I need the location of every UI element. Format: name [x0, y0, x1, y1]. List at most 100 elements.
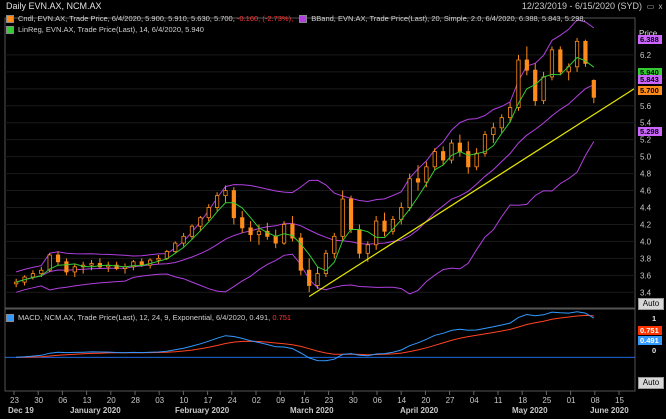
linreg-swatch: [6, 26, 14, 35]
chart-canvas[interactable]: 6.26.05.65.45.25.04.84.64.44.24.03.83.63…: [0, 13, 666, 419]
candle-body: [474, 152, 479, 168]
bband-swatch: [299, 15, 308, 24]
macd-legend-text: MACD, NCM.AX, Trade Price(Last), 12, 24,…: [18, 313, 271, 322]
price-tick-label: 5.2: [640, 136, 652, 145]
candle-body: [273, 235, 278, 244]
month-label-jun: June 2020: [590, 406, 629, 415]
candle-body: [39, 269, 44, 275]
x-tick-label: 09: [276, 396, 285, 405]
candle-body: [424, 166, 429, 183]
price-tick-label: 5.0: [640, 153, 652, 162]
candle-body: [432, 151, 437, 168]
month-label-apr: April 2020: [400, 406, 439, 415]
candle-body: [206, 207, 211, 219]
candle-body: [549, 49, 555, 78]
month-label-jan: January 2020: [70, 406, 121, 415]
candle-legend-text: Cndl, EVN.AX, Trade Price, 6/4/2020, 5.9…: [18, 14, 235, 23]
macd-badge: 0.491: [638, 336, 662, 345]
candle-body: [466, 151, 471, 168]
linreg-legend-text: LinReg, EVN.AX, Trade Price(Last), 14, 6…: [18, 25, 204, 34]
price-badge: 5.843: [638, 74, 662, 84]
candle-body: [491, 127, 496, 135]
price-tick-label: 4.6: [640, 187, 652, 196]
candle-body: [332, 235, 337, 254]
auto-scale-button-top[interactable]: Auto: [638, 298, 664, 310]
candle-body: [407, 178, 412, 208]
x-tick-label: 03: [155, 396, 164, 405]
price-tick-label: 3.4: [640, 288, 652, 297]
x-tick-label: 01: [567, 396, 576, 405]
bband-legend-text: BBand, EVN.AX, Trade Price(Last), 20, Si…: [311, 14, 586, 23]
price-tick-label: 4.8: [640, 170, 652, 179]
candle-body: [315, 273, 320, 286]
candle-body: [357, 229, 362, 254]
candle-body: [14, 281, 19, 285]
candle-body: [457, 142, 462, 152]
candle-body: [374, 220, 379, 246]
x-tick-label: 16: [300, 396, 309, 405]
candle-body: [89, 263, 94, 266]
candle-body: [382, 220, 387, 232]
price-tick-label: 6.2: [640, 51, 652, 60]
price-badge: 5.298: [638, 127, 662, 137]
restore-icon[interactable]: ▭: [646, 2, 655, 11]
price-tick-label: 5.6: [640, 102, 652, 111]
candle-body: [591, 79, 596, 98]
x-tick-label: 17: [204, 396, 213, 405]
candle-body: [189, 225, 195, 237]
macd-signal-value: 0.751: [272, 313, 292, 322]
month-label-mar: March 2020: [290, 406, 334, 415]
price-tick-label: 4.2: [640, 220, 652, 229]
x-tick-label: 28: [131, 396, 140, 405]
x-tick-label: 30: [34, 396, 43, 405]
title-bar: Daily EVN.AX, NCM.AX 12/23/2019 - 6/15/2…: [0, 0, 666, 13]
candle-body: [441, 151, 446, 161]
candle-body: [415, 178, 421, 183]
close-icon[interactable]: x: [656, 2, 665, 11]
candle-body: [256, 230, 262, 236]
candle-body: [173, 242, 178, 252]
auto-scale-button-bottom[interactable]: Auto: [638, 377, 664, 389]
x-tick-label: 23: [10, 396, 19, 405]
price-badge: 6.388: [638, 34, 662, 44]
x-tick-label: 08: [591, 396, 600, 405]
candle-body: [148, 259, 153, 266]
candle-body: [499, 117, 504, 129]
candle-body: [365, 244, 370, 254]
x-tick-label: 13: [83, 396, 92, 405]
x-tick-label: 06: [373, 396, 382, 405]
candle-body: [507, 107, 513, 119]
x-tick-label: 18: [518, 396, 527, 405]
macd-swatch: [6, 314, 14, 323]
candle-body: [248, 227, 253, 236]
x-tick-label: 02: [252, 396, 261, 405]
price-tick-label: 5.4: [640, 119, 652, 128]
candle-body: [198, 217, 203, 227]
candle-body: [156, 257, 161, 261]
linreg-legend: LinReg, EVN.AX, Trade Price(Last), 14, 6…: [6, 25, 204, 35]
month-label-dec: Dec 19: [8, 406, 34, 415]
macd-tick-1: 1: [652, 314, 657, 323]
candle-body: [240, 217, 245, 229]
candle-body: [64, 261, 69, 273]
x-tick-label: 23: [325, 396, 334, 405]
price-tick-label: 4.0: [640, 237, 652, 246]
window-title: Daily EVN.AX, NCM.AX: [6, 1, 102, 11]
candle-body: [574, 40, 580, 68]
candle-change-text: -0.160, (-2.73%),: [236, 14, 294, 23]
candle-body: [181, 235, 186, 244]
x-tick-label: 15: [615, 396, 624, 405]
x-tick-label: 20: [421, 396, 430, 405]
price-tick-label: 4.4: [640, 204, 652, 213]
x-tick-label: 06: [58, 396, 67, 405]
month-label-feb: February 2020: [175, 406, 230, 415]
candle-body: [558, 49, 563, 73]
candle-body: [139, 261, 144, 266]
candle-body: [524, 59, 529, 71]
x-tick-label: 25: [542, 396, 551, 405]
candle-body: [348, 198, 354, 230]
candle-body: [223, 190, 228, 197]
candle-body: [541, 76, 546, 102]
date-range: 12/23/2019 - 6/15/2020 (SYD): [521, 1, 642, 11]
x-tick-label: 10: [179, 396, 188, 405]
